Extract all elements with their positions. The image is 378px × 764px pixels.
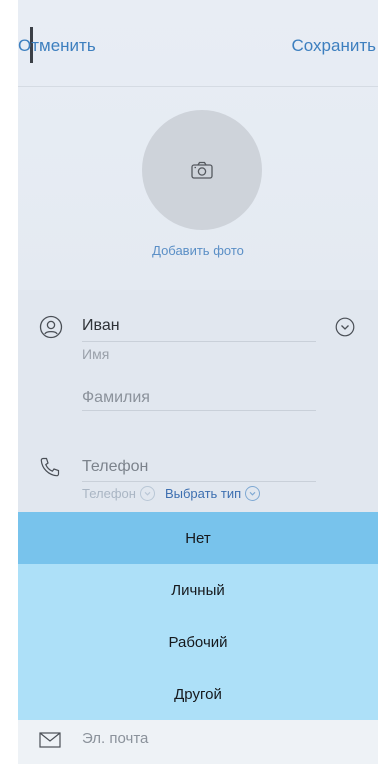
chevron-down-icon[interactable] bbox=[139, 486, 155, 501]
phone-type-row: Телефон Выбрать тип bbox=[82, 486, 261, 501]
phone-type-placeholder: Телефон bbox=[82, 486, 136, 501]
camera-icon bbox=[191, 161, 213, 179]
add-photo-link[interactable]: Добавить фото bbox=[18, 243, 378, 258]
divider bbox=[82, 481, 316, 482]
divider bbox=[82, 341, 316, 342]
email-input[interactable]: Эл. почта bbox=[82, 730, 148, 747]
top-bar: Отменить Сохранить bbox=[18, 0, 378, 87]
first-name-caption: Имя bbox=[82, 346, 110, 362]
phone-type-dropdown: Нет Личный Рабочий Другой bbox=[18, 512, 378, 720]
email-row: Эл. почта bbox=[18, 720, 378, 764]
chevron-down-icon[interactable] bbox=[334, 316, 356, 338]
divider bbox=[82, 410, 316, 411]
dropdown-option-none[interactable]: Нет bbox=[18, 512, 378, 564]
person-icon bbox=[38, 314, 64, 340]
mail-icon bbox=[38, 729, 62, 751]
chevron-down-icon[interactable] bbox=[245, 486, 261, 501]
phone-input[interactable]: Телефон bbox=[82, 458, 148, 476]
last-name-input[interactable]: Фамилия bbox=[82, 389, 150, 407]
first-name-input[interactable]: Иван bbox=[82, 317, 120, 335]
save-button[interactable]: Сохранить bbox=[292, 36, 376, 56]
phone-icon bbox=[38, 455, 62, 479]
divider bbox=[18, 86, 378, 87]
dropdown-option-personal[interactable]: Личный bbox=[18, 564, 378, 616]
dropdown-option-other[interactable]: Другой bbox=[18, 668, 378, 720]
dropdown-option-work[interactable]: Рабочий bbox=[18, 616, 378, 668]
photo-placeholder[interactable] bbox=[142, 110, 262, 230]
cancel-button[interactable]: Отменить bbox=[18, 36, 96, 56]
choose-type-button[interactable]: Выбрать тип bbox=[165, 486, 241, 501]
contact-editor: Отменить Сохранить Добавить фото Иван Им… bbox=[18, 0, 378, 764]
